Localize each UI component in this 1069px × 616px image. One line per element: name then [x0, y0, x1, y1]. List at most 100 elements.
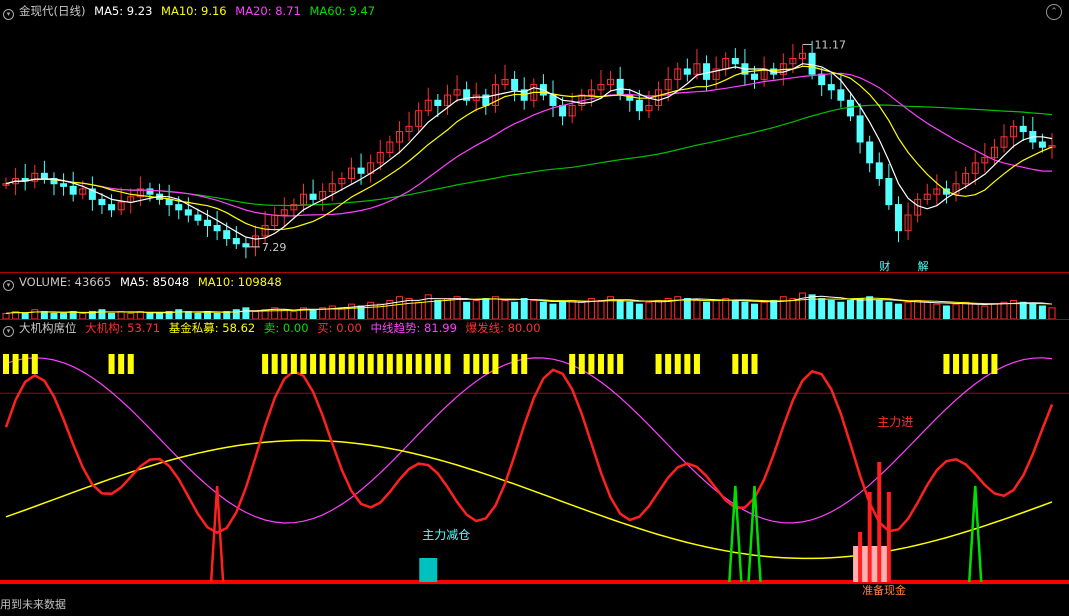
volume-bar	[693, 299, 701, 320]
signal-bar	[310, 354, 317, 374]
signal-bar	[281, 354, 288, 374]
volume-bar	[242, 307, 250, 320]
candle-body	[98, 198, 106, 206]
candle	[981, 143, 989, 173]
signal-bar	[425, 354, 432, 374]
panel-divider	[0, 272, 1069, 273]
candle	[108, 194, 116, 218]
burst-value: 爆发线: 80.00	[465, 321, 541, 335]
volume-bar	[539, 301, 547, 320]
buy-value: 买: 0.00	[317, 321, 362, 335]
volume-bar	[530, 299, 538, 320]
price-chart[interactable]: 11.17 7.29 财 解	[0, 0, 1069, 272]
volume-bar	[885, 301, 893, 320]
volume-bar	[511, 301, 519, 320]
signal-bar	[444, 354, 451, 374]
candle-body	[194, 214, 202, 221]
candle	[367, 154, 375, 183]
volume-bar	[40, 311, 48, 320]
signal-bar	[290, 354, 297, 374]
candle-body	[1019, 125, 1027, 133]
signal-bar	[684, 354, 691, 374]
high-price-label: 11.17	[814, 38, 846, 51]
signal-bar	[511, 354, 518, 374]
volume-bar	[443, 298, 451, 320]
volume-bar	[597, 299, 605, 320]
sell-value: 卖: 0.00	[263, 321, 309, 335]
candle	[31, 164, 39, 189]
volume-bar	[981, 305, 989, 320]
candle-body	[866, 141, 874, 164]
candle	[885, 163, 893, 210]
candle-body	[875, 162, 883, 180]
candle	[299, 183, 307, 212]
volume-bar	[827, 299, 835, 320]
volume-bar	[914, 299, 922, 320]
signal-bar	[674, 354, 681, 374]
candle-body	[204, 219, 212, 226]
volume-bar	[952, 303, 960, 320]
signal-bar	[962, 354, 969, 374]
candle	[491, 74, 499, 113]
volume-bar	[175, 309, 183, 320]
candle-body	[165, 198, 173, 206]
candle	[232, 226, 240, 249]
volume-bar	[971, 303, 979, 320]
candle-body	[184, 209, 192, 216]
volume-bar	[491, 296, 499, 320]
signal-bar	[953, 354, 960, 374]
candle	[559, 97, 567, 126]
candle	[933, 174, 941, 206]
signal-bar	[406, 354, 413, 374]
volume-bar	[338, 307, 346, 320]
volume-bar	[1029, 303, 1037, 320]
signal-bar	[118, 354, 125, 374]
candle-body	[616, 78, 624, 96]
volume-bar	[655, 299, 663, 320]
candle	[319, 183, 327, 211]
volume-bar	[875, 299, 883, 320]
candle	[1000, 124, 1008, 153]
volume-bar	[923, 301, 931, 320]
signal-bar	[463, 354, 470, 374]
signal-bar	[300, 354, 307, 374]
signal-bar	[665, 354, 672, 374]
indicator-chart[interactable]: 主力减仓 主力进准备现金	[0, 336, 1069, 596]
volume-bar	[1019, 301, 1027, 320]
signal-bar	[655, 354, 662, 374]
volume-chart[interactable]	[0, 290, 1069, 320]
candle-body	[559, 104, 567, 117]
volume-bar	[31, 309, 39, 320]
signal-bar	[319, 354, 326, 374]
candle	[1019, 115, 1027, 141]
volume-value: VOLUME: 43665	[19, 275, 112, 289]
signal-bar	[521, 354, 528, 374]
candle	[731, 48, 739, 69]
signal-bar	[22, 354, 29, 374]
candle	[607, 71, 615, 92]
candle-body	[846, 99, 854, 117]
candle-body	[808, 52, 816, 75]
candle	[453, 75, 461, 103]
indicator-header: ▾ 大机构席位 大机构: 53.71 基金私募: 58.62 卖: 0.00 买:…	[0, 320, 546, 337]
candle	[597, 70, 605, 100]
candle	[482, 88, 490, 115]
signal-bar	[492, 354, 499, 374]
volume-bar	[683, 298, 691, 320]
candle-body	[213, 224, 221, 232]
candle	[539, 74, 547, 101]
candle	[683, 58, 691, 82]
vol-ma5-value: MA5: 85048	[119, 275, 190, 289]
candle-body	[751, 73, 759, 80]
candle	[242, 237, 250, 259]
volume-bar	[856, 298, 864, 320]
volume-bar	[616, 299, 624, 320]
indicator-name: 大机构席位	[19, 321, 77, 335]
main-reduce-label: 主力减仓	[422, 528, 470, 542]
volume-bar	[463, 301, 471, 320]
candle	[904, 202, 912, 241]
signal-bar	[588, 354, 595, 374]
signal-bar	[348, 354, 355, 374]
volume-bar	[635, 303, 643, 320]
signal-bar	[377, 354, 384, 374]
